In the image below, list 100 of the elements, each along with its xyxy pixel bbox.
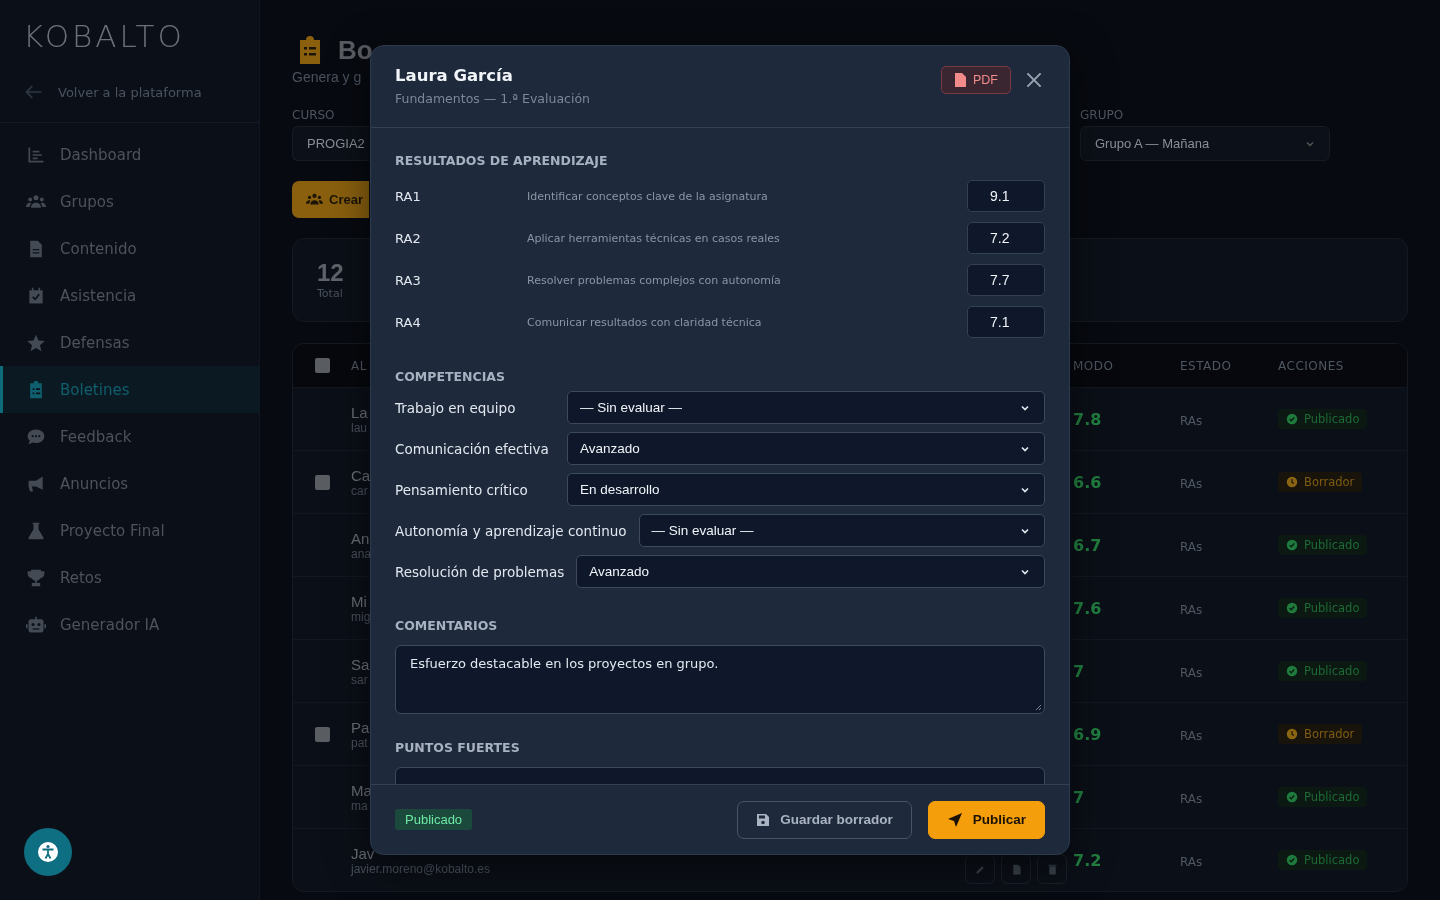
grade: 6.7 bbox=[1073, 535, 1102, 555]
student-email: mig bbox=[351, 609, 371, 624]
sidebar-item[interactable]: Feedback bbox=[0, 413, 259, 460]
sidebar-item[interactable]: Grupos bbox=[0, 178, 259, 225]
status-badge: Publicado bbox=[1278, 787, 1368, 807]
trophy-icon bbox=[26, 567, 46, 588]
status-badge: Publicado bbox=[1278, 850, 1368, 870]
student-email: lau bbox=[351, 420, 367, 435]
competency-label: Pensamiento crítico bbox=[395, 481, 529, 498]
save-draft-button[interactable]: Guardar borrador bbox=[737, 800, 912, 839]
student-name: La bbox=[351, 403, 368, 421]
sidebar-item[interactable]: Boletines bbox=[0, 366, 259, 413]
status-badge: Borrador bbox=[1278, 472, 1363, 492]
stat-value: 12 bbox=[317, 260, 344, 287]
ras-link[interactable]: RAs bbox=[1180, 665, 1203, 680]
student-name: An bbox=[351, 529, 370, 547]
sidebar-item[interactable]: Generador IA bbox=[0, 601, 259, 648]
competency-label: Comunicación efectiva bbox=[395, 440, 550, 457]
create-button[interactable]: Crear bbox=[292, 181, 369, 218]
status-badge: Publicado bbox=[1278, 409, 1368, 429]
status-badge: Borrador bbox=[1278, 724, 1363, 744]
column-header: ACCIONES bbox=[1278, 358, 1344, 373]
stat-label: Total bbox=[317, 286, 343, 300]
ras-link[interactable]: RAs bbox=[1180, 728, 1203, 743]
ras-link[interactable]: RAs bbox=[1180, 476, 1203, 491]
sidebar-item[interactable]: Asistencia bbox=[0, 272, 259, 319]
outcome-code: RA2 bbox=[395, 230, 422, 246]
grade: 7.6 bbox=[1073, 598, 1102, 618]
select-field[interactable]: PROGIA2 bbox=[292, 126, 369, 161]
select-field[interactable]: — Sin evaluar — bbox=[638, 514, 1045, 547]
score-field[interactable]: 9.1 bbox=[967, 180, 1045, 212]
outcome-code: RA3 bbox=[395, 272, 422, 288]
select-field[interactable]: Avanzado bbox=[567, 432, 1045, 465]
outcome-code: RA1 bbox=[395, 188, 422, 204]
ras-link[interactable]: RAs bbox=[1180, 539, 1203, 554]
sidebar-item[interactable]: Defensas bbox=[0, 319, 259, 366]
student-name: Ca bbox=[351, 466, 371, 484]
grade: 6.9 bbox=[1073, 724, 1102, 744]
status-badge: Publicado bbox=[1278, 598, 1368, 618]
student-email: ma bbox=[351, 798, 368, 813]
clipboard-icon bbox=[298, 36, 322, 64]
section-title: COMPETENCIAS bbox=[395, 369, 506, 385]
filter-label: GRUPO bbox=[1080, 108, 1124, 122]
sidebar-item[interactable]: Contenido bbox=[0, 225, 259, 272]
pdf-button[interactable]: PDF bbox=[941, 66, 1011, 94]
outcome-code: RA4 bbox=[395, 314, 422, 330]
text-area[interactable]: Esfuerzo destacable en los proyectos en grupo. bbox=[395, 645, 1045, 714]
status-badge: Publicado bbox=[395, 809, 473, 830]
column-header: MODO bbox=[1073, 358, 1114, 373]
competency-label: Trabajo en equipo bbox=[395, 399, 517, 416]
logo: KOBALTO bbox=[22, 17, 185, 54]
ras-link[interactable]: RAs bbox=[1180, 854, 1203, 869]
outcome-description: Comunicar resultados con claridad técnica bbox=[527, 315, 763, 329]
trash-icon bbox=[1045, 862, 1059, 876]
status-badge: Publicado bbox=[1278, 535, 1368, 555]
checkbox[interactable] bbox=[314, 474, 330, 490]
select-field[interactable]: Avanzado bbox=[576, 555, 1045, 588]
student-name: Mi bbox=[351, 592, 367, 610]
ras-link[interactable]: RAs bbox=[1180, 413, 1203, 428]
grade: 7.8 bbox=[1073, 409, 1102, 429]
paper-plane-icon bbox=[946, 811, 963, 828]
score-field[interactable]: 7.2 bbox=[967, 222, 1045, 254]
student-name: Laura García bbox=[395, 66, 514, 85]
status-badge: Publicado bbox=[1278, 661, 1368, 681]
checkbox[interactable] bbox=[314, 358, 330, 373]
student-name: Jav bbox=[351, 844, 375, 862]
grade: 6.6 bbox=[1073, 472, 1102, 492]
select-field[interactable]: — Sin evaluar — bbox=[567, 391, 1045, 424]
page-title: Bo bbox=[338, 34, 373, 66]
select-field[interactable]: Grupo A — Mañana bbox=[1080, 126, 1330, 161]
grade: 7 bbox=[1073, 787, 1085, 807]
back-link[interactable]: Volver a la plataforma bbox=[58, 84, 202, 100]
evaluation-subtitle: Fundamentos — 1.ª Evaluación bbox=[395, 91, 590, 106]
sidebar-item[interactable]: Proyecto Final bbox=[0, 507, 259, 554]
ras-link[interactable]: RAs bbox=[1180, 791, 1203, 806]
student-email: car bbox=[351, 483, 368, 498]
flask-icon bbox=[26, 520, 46, 541]
score-field[interactable]: 7.7 bbox=[967, 264, 1045, 296]
competency-label: Resolución de problemas bbox=[395, 563, 565, 580]
publish-button[interactable]: Publicar bbox=[927, 800, 1045, 839]
sidebar-item[interactable]: Retos bbox=[0, 554, 259, 601]
student-email: sar bbox=[351, 672, 368, 687]
competency-label: Autonomía y aprendizaje continuo bbox=[395, 522, 627, 539]
sidebar-item[interactable]: Dashboard bbox=[0, 131, 259, 178]
ras-link[interactable]: RAs bbox=[1180, 602, 1203, 617]
grade: 7.2 bbox=[1073, 850, 1102, 870]
sidebar-item[interactable]: Anuncios bbox=[0, 460, 259, 507]
calendar-check-icon bbox=[26, 285, 46, 306]
filter-label: CURSO bbox=[292, 108, 335, 122]
select-field[interactable]: En desarrollo bbox=[567, 473, 1045, 506]
resize-grip-icon[interactable] bbox=[1034, 703, 1042, 711]
checkbox[interactable] bbox=[314, 726, 330, 742]
page-subtitle: Genera y g bbox=[292, 69, 362, 85]
student-email: javier.moreno@kobalto.es bbox=[351, 861, 490, 876]
student-name: Sa bbox=[351, 655, 370, 673]
score-field[interactable]: 7.1 bbox=[967, 306, 1045, 338]
outcome-description: Aplicar herramientas técnicas en casos reales bbox=[527, 231, 781, 245]
column-header: AL bbox=[351, 358, 367, 373]
student-name: Pa bbox=[351, 718, 370, 736]
section-title: RESULTADOS DE APRENDIZAJE bbox=[395, 153, 609, 169]
